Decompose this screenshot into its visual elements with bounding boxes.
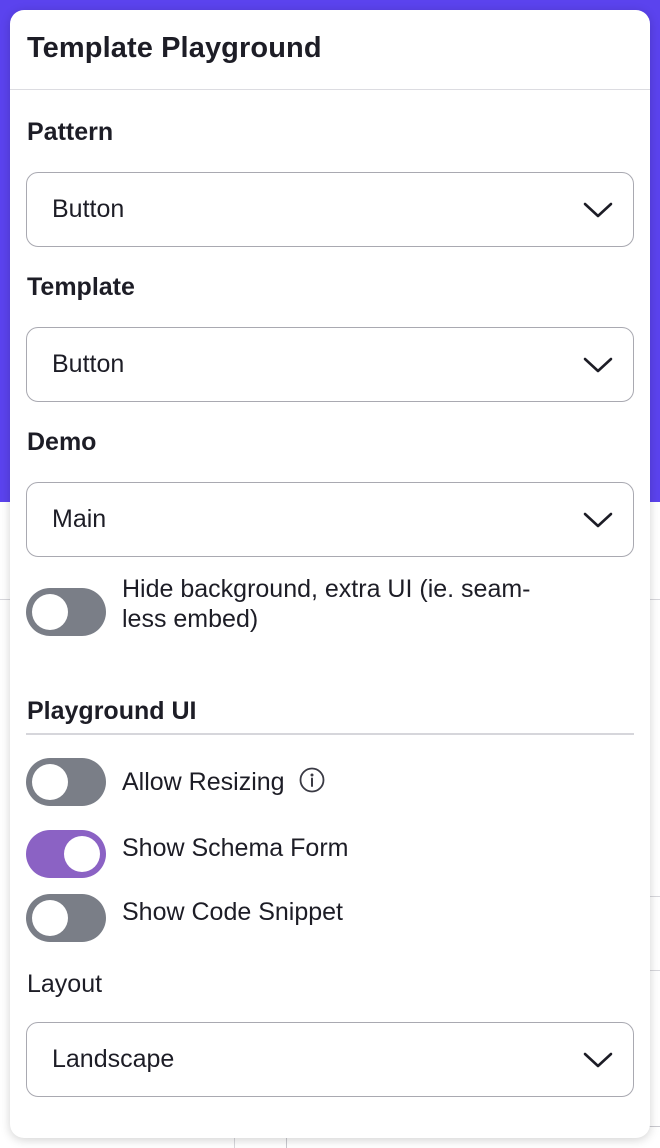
section-divider	[26, 733, 634, 735]
pattern-select[interactable]: Button	[26, 172, 634, 247]
demo-select-value: Main	[52, 505, 107, 533]
show-code-snippet-label: Show Code Snippet	[122, 898, 343, 926]
info-icon[interactable]	[299, 767, 325, 793]
hide-background-label-line2: less embed)	[122, 605, 259, 633]
show-schema-form-label: Show Schema Form	[122, 834, 349, 862]
layout-select[interactable]: Landscape	[26, 1022, 634, 1097]
template-label: Template	[27, 273, 135, 301]
template-select-value: Button	[52, 350, 125, 378]
pattern-label: Pattern	[27, 118, 114, 146]
toggle-knob	[32, 594, 68, 630]
show-code-snippet-toggle[interactable]	[26, 894, 106, 942]
show-schema-form-toggle[interactable]	[26, 830, 106, 878]
chevron-down-icon	[583, 202, 613, 217]
chevron-down-icon	[583, 512, 613, 527]
playground-ui-title: Playground UI	[27, 697, 197, 725]
panel-header: Template Playground	[10, 10, 650, 90]
demo-select[interactable]: Main	[26, 482, 634, 557]
allow-resizing-toggle[interactable]	[26, 758, 106, 806]
panel-title: Template Playground	[27, 32, 322, 64]
pattern-select-value: Button	[52, 195, 125, 223]
hide-background-toggle[interactable]	[26, 588, 106, 636]
chevron-down-icon	[583, 357, 613, 372]
template-select[interactable]: Button	[26, 327, 634, 402]
layout-label: Layout	[27, 970, 103, 998]
hide-background-label-line1: Hide background, extra UI (ie. seam-	[122, 575, 531, 603]
allow-resizing-label: Allow Resizing	[122, 768, 285, 796]
template-playground-panel: Template Playground Pattern Button Templ…	[10, 10, 650, 1138]
toggle-knob	[64, 836, 100, 872]
allow-resizing-label-row: Allow Resizing	[122, 767, 325, 797]
chevron-down-icon	[583, 1052, 613, 1067]
layout-select-value: Landscape	[52, 1045, 175, 1073]
toggle-knob	[32, 764, 68, 800]
demo-label: Demo	[27, 428, 97, 456]
toggle-knob	[32, 900, 68, 936]
